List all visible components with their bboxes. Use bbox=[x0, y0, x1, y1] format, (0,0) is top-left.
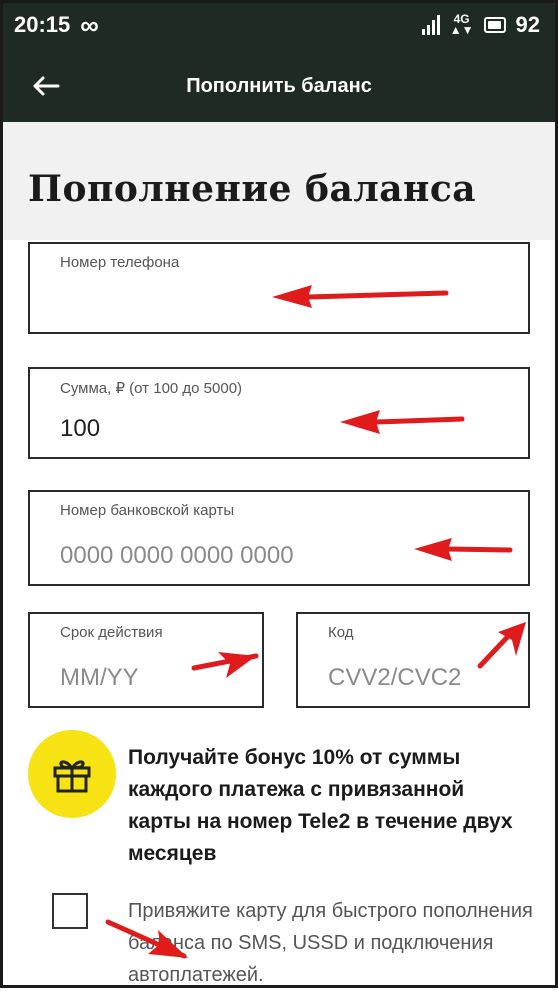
status-bar: 20:15 ∞ 4G ▲▼ 92 bbox=[0, 0, 558, 50]
cvv-input[interactable] bbox=[328, 664, 508, 692]
status-time: 20:15 bbox=[14, 12, 71, 37]
amount-field-label: Сумма, ₽ (от 100 до 5000) bbox=[60, 380, 243, 397]
phone-field[interactable]: Номер телефона bbox=[28, 242, 530, 334]
network-4g-icon: 4G ▲▼ bbox=[449, 12, 474, 37]
phone-field-label: Номер телефона bbox=[60, 254, 180, 271]
cvv-label: Код bbox=[328, 624, 354, 641]
signal-icon bbox=[421, 15, 440, 35]
back-button[interactable] bbox=[0, 50, 92, 122]
cvv-field[interactable]: Код bbox=[296, 612, 530, 708]
page-heading: Пополнение баланса bbox=[28, 168, 477, 210]
link-card-text: Привяжите карту для быстрого пополнения … bbox=[128, 900, 533, 986]
battery-level: 92 bbox=[515, 12, 540, 37]
card-number-input[interactable] bbox=[60, 542, 508, 570]
amount-field[interactable]: Сумма, ₽ (от 100 до 5000) bbox=[28, 367, 530, 459]
gift-icon bbox=[53, 760, 91, 793]
status-left: 20:15 ∞ bbox=[14, 12, 99, 38]
amount-input[interactable] bbox=[60, 415, 508, 443]
card-number-field[interactable]: Номер банковской карты bbox=[28, 490, 530, 586]
phone-input[interactable] bbox=[60, 290, 508, 318]
app-bar-title: Пополнить баланс bbox=[186, 74, 372, 97]
infinity-icon: ∞ bbox=[80, 10, 99, 40]
expiry-input[interactable] bbox=[60, 664, 242, 692]
status-right: 4G ▲▼ 92 bbox=[421, 12, 540, 38]
gift-badge bbox=[28, 730, 116, 818]
card-number-label: Номер банковской карты bbox=[60, 502, 235, 519]
app-bar: Пополнить баланс bbox=[0, 50, 558, 122]
battery-icon bbox=[483, 17, 506, 33]
link-card-checkbox[interactable] bbox=[52, 893, 88, 929]
expiry-label: Срок действия bbox=[60, 624, 163, 641]
arrow-left-icon bbox=[33, 76, 60, 96]
expiry-field[interactable]: Срок действия bbox=[28, 612, 264, 708]
bonus-text: Получайте бонус 10% от суммы каждого пла… bbox=[128, 746, 513, 865]
